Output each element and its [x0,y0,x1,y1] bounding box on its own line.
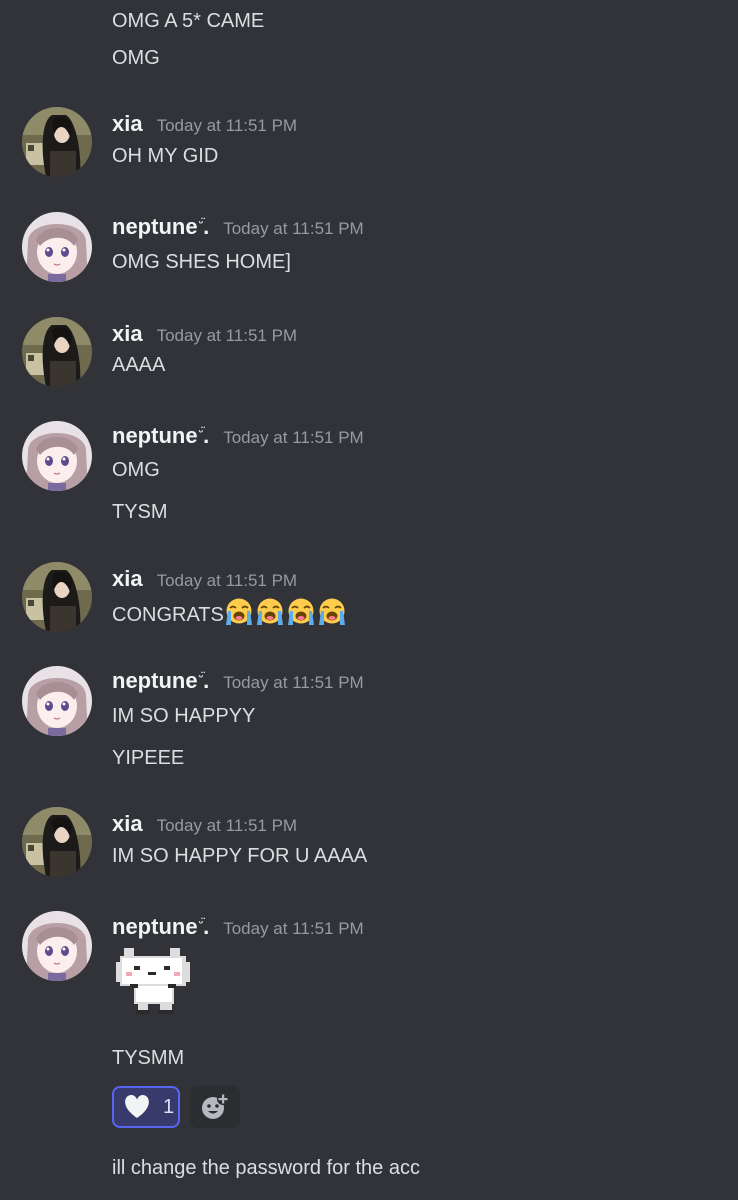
message-header: xia Today at 11:51 PM [112,321,297,351]
message-header: xia Today at 11:51 PM [112,811,297,841]
message-header: neptuneᵕ̈. Today at 11:51 PM [112,214,364,244]
avatar[interactable] [22,107,92,177]
reaction-count: 1 [163,1095,175,1118]
timestamp[interactable]: Today at 11:51 PM [223,428,364,448]
message-text: AAAA [112,354,166,376]
avatar[interactable] [22,421,92,491]
username-suffix: . [203,423,210,448]
avatar[interactable] [22,317,92,387]
message-text: IM SO HAPPY FOR U AAAA [112,845,368,867]
loudly-crying-face-emoji-icon[interactable] [224,597,254,627]
username-text: neptune [112,668,198,693]
username[interactable]: xia [112,811,143,837]
username[interactable]: xia [112,321,143,347]
username[interactable]: neptuneᵕ̈. [112,668,209,694]
message-text: CONGRATS [112,597,348,628]
message-text: ill change the password for the acc [112,1157,420,1179]
username[interactable]: neptuneᵕ̈. [112,914,209,940]
loudly-crying-face-emoji-icon[interactable] [255,597,285,627]
timestamp[interactable]: Today at 11:51 PM [223,219,364,239]
message-list: OMG A 5* CAME OMG xia Today at 11:51 PM … [0,0,738,1200]
reaction-heart[interactable]: 1 [112,1086,180,1128]
username[interactable]: neptuneᵕ̈. [112,214,209,240]
add-reaction-button[interactable] [190,1086,240,1128]
message-text: YIPEEE [112,747,185,769]
message-header: neptuneᵕ̈. Today at 11:51 PM [112,914,364,944]
heart-icon [125,1094,149,1118]
avatar[interactable] [22,911,92,981]
message-text: OH MY GID [112,145,219,167]
avatar[interactable] [22,212,92,282]
message-text: TYSM [112,501,168,523]
message-text: OMG A 5* CAME [112,10,265,32]
pixel-cat-sticker[interactable] [112,942,194,1018]
username[interactable]: xia [112,111,143,137]
message-header: xia Today at 11:51 PM [112,566,297,596]
message-text: IM SO HAPPYY [112,705,256,727]
message-header: neptuneᵕ̈. Today at 11:51 PM [112,423,364,453]
message-header: xia Today at 11:51 PM [112,111,297,141]
message-text: OMG [112,459,160,481]
timestamp[interactable]: Today at 11:51 PM [157,571,298,591]
message-header: neptuneᵕ̈. Today at 11:51 PM [112,668,364,698]
timestamp[interactable]: Today at 11:51 PM [157,816,298,836]
timestamp[interactable]: Today at 11:51 PM [157,116,298,136]
username-suffix: . [203,214,210,239]
timestamp[interactable]: Today at 11:51 PM [223,919,364,939]
username-text: neptune [112,423,198,448]
avatar[interactable] [22,562,92,632]
message-text: TYSMM [112,1047,185,1069]
avatar[interactable] [22,807,92,877]
username[interactable]: xia [112,566,143,592]
add-reaction-icon [202,1093,229,1119]
loudly-crying-face-emoji-icon[interactable] [317,597,347,627]
timestamp[interactable]: Today at 11:51 PM [223,673,364,693]
message-text: OMG SHES HOME] [112,251,291,273]
message-text-content: CONGRATS [112,604,224,626]
username-suffix: . [203,914,210,939]
avatar[interactable] [22,666,92,736]
username-text: neptune [112,214,198,239]
loudly-crying-face-emoji-icon[interactable] [286,597,316,627]
timestamp[interactable]: Today at 11:51 PM [157,326,298,346]
message-text: OMG [112,47,160,69]
username-text: neptune [112,914,198,939]
username[interactable]: neptuneᵕ̈. [112,423,209,449]
username-suffix: . [203,668,210,693]
